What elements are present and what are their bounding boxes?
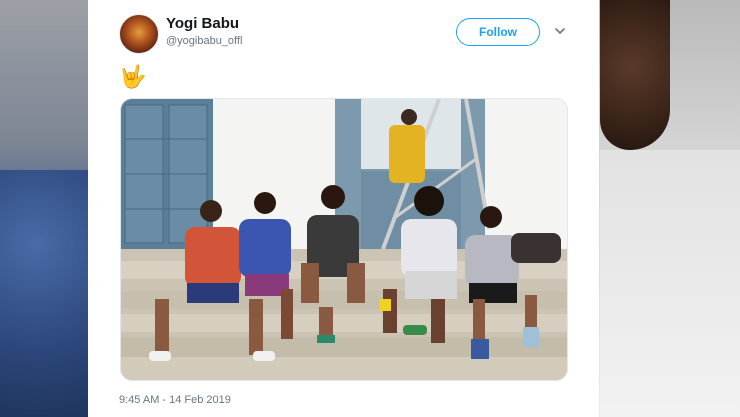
chevron-down-icon[interactable] [555,26,565,36]
background-left-figure [0,170,88,417]
author-name[interactable]: Yogi Babu [166,15,239,32]
background-right-shirt [600,150,740,417]
background-right-figure [600,0,670,150]
tweet-text: 🤟 [119,64,147,89]
tweet-timestamp[interactable]: 9:45 AM - 14 Feb 2019 [119,394,231,406]
author-handle[interactable]: @yogibabu_offl [166,35,242,47]
tweet-card: Yogi Babu @yogibabu_offl Follow 🤟 9:45 A… [88,0,599,417]
photo-illustration [121,99,567,380]
avatar[interactable] [119,14,159,54]
tweet-photo[interactable] [120,98,568,381]
follow-button[interactable]: Follow [456,18,540,46]
